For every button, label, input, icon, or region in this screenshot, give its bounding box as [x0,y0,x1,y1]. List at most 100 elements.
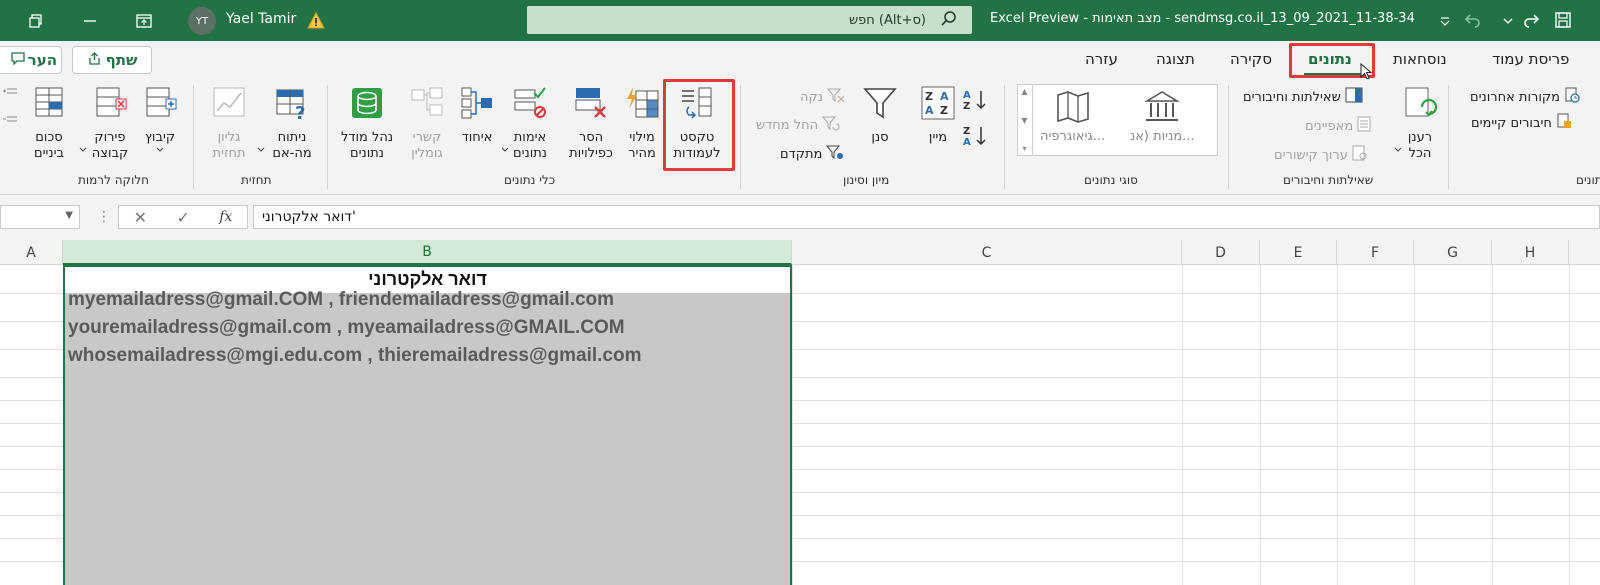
subtotal-icon [31,85,67,130]
warning-icon[interactable] [306,10,326,30]
column-header-next[interactable] [1569,240,1600,265]
relationships-label-2: גומלין [411,146,443,161]
data-validation-button[interactable]: אימות נתונים [502,85,558,162]
recent-sources-button[interactable]: מקורות אחרונים [1470,87,1580,107]
cell-b4[interactable]: whosemailadress@mgi.edu.com , thieremail… [68,345,641,367]
recent-sources-icon [1564,87,1580,107]
refresh-dropdown-icon[interactable] [1393,145,1403,155]
what-if-dropdown-icon[interactable] [256,145,266,155]
column-header-g[interactable]: G [1414,240,1492,265]
cell-b3[interactable]: youremailadress@gmail.com , myeamailadre… [68,317,625,339]
group-label-data-types: סוגי נתונים [1084,173,1138,187]
enter-icon[interactable]: ✓ [176,208,189,227]
filter-button[interactable]: סנן [858,85,902,146]
sort-button[interactable]: ZAAZ מיין [918,85,958,146]
sort-az-icon[interactable]: AZ [960,87,990,113]
relationships-button[interactable]: קשרי גומלין [402,85,452,162]
gallery-scrollbar[interactable]: ▲ ▼ ▾ [1017,84,1033,156]
ribbon-display-icon[interactable] [133,10,155,32]
search-placeholder: חפש (Alt+ס) [848,12,926,28]
restore-window-icon[interactable] [26,11,46,31]
name-box-dropdown-icon[interactable]: ▼ [65,210,73,221]
forecast-sheet-button[interactable]: גליון תחזית [205,85,253,162]
column-header-h[interactable]: H [1492,240,1569,265]
column-header-b[interactable]: B [63,240,792,265]
user-name[interactable]: Yael Tamir [226,11,296,27]
subtotal-button[interactable]: סכום ביניים [26,85,72,162]
insert-function-icon[interactable]: fx [219,209,232,225]
selected-range-border [63,265,792,585]
search-input[interactable]: חפש (Alt+ס) [527,6,972,34]
avatar[interactable]: YT [188,7,216,35]
ungroup-dropdown-icon[interactable] [78,145,88,155]
geography-label: גיאוגרפיה... [1040,129,1106,144]
column-line [1414,265,1415,585]
hide-detail-icon[interactable] [2,113,18,129]
forecast-sheet-icon [211,85,247,130]
cell-b2[interactable]: myemailadress@gmail.COM , friendemailadr… [68,289,614,311]
reapply-button[interactable]: החל מחדש [756,115,840,135]
worksheet-grid[interactable]: דואר אלקטרוני myemailadress@gmail.COM , … [0,265,1600,585]
undo-icon[interactable] [1462,9,1484,31]
column-header-a[interactable]: A [0,240,63,265]
share-button[interactable]: שתף [72,46,152,74]
svg-text:A: A [963,137,971,148]
comment-button[interactable]: הער [0,46,62,74]
tab-review[interactable]: סקירה [1230,50,1272,68]
data-validation-dropdown-icon[interactable] [500,145,510,155]
column-line [1492,265,1493,585]
save-icon[interactable] [1552,9,1574,31]
tab-help[interactable]: עזרה [1085,50,1118,68]
group-button[interactable]: קיבוץ [140,85,180,162]
customize-qat-icon[interactable] [1437,11,1453,31]
svg-text:Z: Z [940,104,948,117]
tab-data[interactable]: נתונים [1308,50,1352,68]
column-header-c[interactable]: C [792,240,1182,265]
cancel-icon[interactable]: ✕ [134,208,147,227]
tab-view[interactable]: תצוגה [1156,50,1195,68]
formula-input[interactable]: דואר אלקטרוני' [253,205,1600,229]
data-type-geography[interactable]: גיאוגרפיה... [1040,89,1105,144]
column-line [1260,265,1261,585]
remove-duplicates-icon [573,85,609,130]
data-types-gallery[interactable]: מניות (אנ... גיאוגרפיה... [1017,84,1218,156]
tab-formulas[interactable]: נוסחאות [1393,50,1447,68]
svg-text:A: A [940,90,949,103]
group-dropdown-icon[interactable] [156,146,164,162]
show-detail-icon[interactable] [2,85,18,101]
edit-links-button[interactable]: ערוך קישורים [1274,145,1368,165]
title-bar: YT Yael Tamir חפש (Alt+ס) Excel Preview … [0,0,1600,41]
svg-text:Z: Z [963,126,970,137]
tab-page-layout[interactable]: פריסת עמוד [1492,50,1569,68]
more-options-icon[interactable]: ⋮ [97,209,111,225]
undo-dropdown-icon[interactable] [1502,12,1514,30]
column-header-f[interactable]: F [1337,240,1414,265]
queries-connections-button[interactable]: שאילתות וחיבורים [1243,87,1363,107]
gallery-up-icon[interactable]: ▲ [1021,87,1027,96]
minimize-icon[interactable] [80,11,100,31]
text-to-columns-button[interactable]: טקסט לעמודות [666,85,728,162]
ribbon: מקורות אחרונים חיבורים קיימים נתונים רענ… [0,79,1600,195]
redo-icon[interactable] [1520,9,1542,31]
properties-button[interactable]: מאפיינים [1305,116,1371,136]
subtotal-label: סכום [35,130,63,145]
manage-data-model-button[interactable]: נהל מודל נתונים [336,85,398,162]
data-type-stocks[interactable]: מניות (אנ... [1130,89,1195,144]
what-if-analysis-button[interactable]: ? ניתוח מה-אם [262,85,322,162]
advanced-filter-icon [826,144,844,164]
flash-fill-label: מילוי [629,130,655,145]
gallery-more-icon[interactable]: ▾ [1022,144,1026,153]
clear-filter-button[interactable]: נקה [800,87,845,107]
advanced-filter-button[interactable]: מתקדם [780,144,844,164]
flash-fill-button[interactable]: מילוי מהיר [620,85,664,162]
consolidate-button[interactable]: איחוד [455,85,499,146]
sort-za-icon[interactable]: ZA [960,123,990,149]
existing-connections-button[interactable]: חיבורים קיימים [1471,113,1572,133]
column-header-e[interactable]: E [1260,240,1337,265]
remove-duplicates-button[interactable]: הסר כפילויות [560,85,622,162]
ungroup-button[interactable]: פירוק קבוצה [82,85,138,162]
column-header-d[interactable]: D [1182,240,1260,265]
gallery-down-icon[interactable]: ▼ [1021,116,1027,125]
queries-connections-icon [1345,87,1363,107]
name-box[interactable]: ▼ [0,205,80,229]
